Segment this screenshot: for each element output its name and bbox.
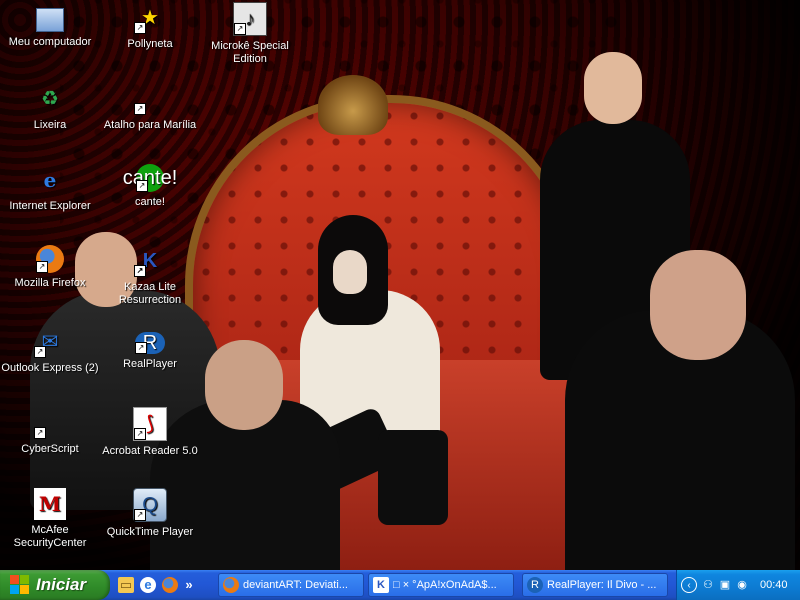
desktop-icon-quicktime[interactable]: Q ↗ QuickTime Player [100, 488, 200, 539]
desktop-icon-realplayer[interactable]: R ↗ RealPlayer [100, 326, 200, 371]
kazaa-icon: K [373, 577, 389, 593]
mcafee-icon: M [34, 488, 66, 520]
realplayer-icon: R [527, 577, 543, 593]
desktop-icon-label: Outlook Express (2) [1, 362, 99, 374]
display-icon[interactable]: ▣ [718, 578, 732, 592]
tray-clock[interactable]: 00:40 [760, 579, 788, 591]
desktop-icon-lixeira[interactable]: ♻ Lixeira [0, 83, 100, 132]
wallpaper-figure [584, 52, 642, 124]
taskbar-button-kazaa[interactable]: K □ × °ApA!xOnAdA$... [368, 573, 514, 597]
desktop-icon-outlook-express[interactable]: ✉ ↗ Outlook Express (2) [0, 326, 100, 375]
wallpaper-figure [378, 430, 448, 525]
taskbar: Iniciar ▭ e » deviantART: Deviati... K □… [0, 570, 800, 600]
wallpaper-figure [205, 340, 283, 430]
desktop-icon-cante[interactable]: cante! ↗ cante! [100, 164, 200, 209]
taskbar-button-deviantart[interactable]: deviantART: Deviati... [218, 573, 364, 597]
recycle-bin-icon: ♻ [41, 88, 59, 110]
shortcut-arrow-icon: ↗ [134, 265, 146, 277]
desktop-icon-label: Meu computador [8, 36, 92, 48]
shortcut-arrow-icon: ↗ [34, 346, 46, 358]
desktop-icon-label: Internet Explorer [9, 200, 91, 212]
shortcut-arrow-icon: ↗ [136, 180, 148, 192]
desktop-icon-label: CyberScript [21, 443, 79, 455]
desktop-icon-microke[interactable]: ♪ ↗ Microkê Special Edition [200, 2, 300, 66]
quicktime-icon: Q ↗ [133, 488, 167, 522]
desktop-icon-acrobat-reader[interactable]: ⟆ ↗ Acrobat Reader 5.0 [100, 407, 200, 458]
kazaa-icon: K ↗ [134, 245, 166, 277]
cante-icon: cante! ↗ [123, 164, 177, 192]
wallpaper-figure [650, 250, 746, 360]
shortcut-arrow-icon: ↗ [134, 103, 146, 115]
desktop-icon-atalho-marilia[interactable]: ↗ Atalho para Marília [100, 83, 200, 132]
windows-logo-icon [10, 575, 30, 595]
desktop-icon-label: Atalho para Marília [103, 119, 197, 131]
firefox-icon: ↗ [36, 245, 64, 273]
wallpaper-figure [333, 250, 367, 294]
desktop-icon-label: Lixeira [33, 119, 67, 131]
desktop-icon-label: cante! [135, 196, 165, 208]
desktop-icon-mcafee[interactable]: M McAfee SecurityCenter [0, 488, 100, 550]
internet-explorer-icon[interactable]: e [140, 577, 156, 593]
desktop-icon-label: Pollyneta [127, 38, 173, 50]
desktop-icon-label: Acrobat Reader 5.0 [102, 445, 198, 457]
shortcut-arrow-icon: ↗ [36, 261, 48, 273]
shortcut-arrow-icon: ↗ [34, 427, 46, 439]
quick-launch: ▭ e » [118, 576, 194, 594]
desktop-icon-pollyneta[interactable]: ★ ↗ Pollyneta [100, 2, 200, 51]
desktop-icon-label: RealPlayer [123, 358, 177, 370]
desktop-icon-internet-explorer[interactable]: e Internet Explorer [0, 164, 100, 213]
desktop-icon-mozilla-firefox[interactable]: ↗ Mozilla Firefox [0, 245, 100, 290]
taskbar-button-label: RealPlayer: Il Divo - ... [547, 579, 657, 591]
taskbar-button-label: □ × °ApA!xOnAdA$... [393, 579, 497, 591]
volume-icon[interactable]: ◉ [735, 578, 749, 592]
network-icon[interactable]: ⚇ [701, 578, 715, 592]
desktop-icon-kazaa[interactable]: K ↗ Kazaa Lite Resurrection [100, 245, 200, 307]
cante-icon-text: cante! [122, 167, 178, 189]
taskbar-button-label: deviantART: Deviati... [243, 579, 348, 591]
cyberscript-icon: ↗ [34, 407, 66, 439]
shortcut-arrow-icon: ↗ [234, 23, 246, 35]
wallpaper-headboard-crest [318, 75, 388, 135]
outlook-express-icon: ✉ ↗ [34, 326, 66, 358]
tray-expand-chevron-icon[interactable]: ‹ [681, 577, 697, 593]
shortcut-arrow-icon: ↗ [134, 509, 146, 521]
shortcut-arrow-icon: ↗ [134, 428, 146, 440]
shortcut-arrow-icon: ↗ [135, 342, 147, 354]
star-icon: ★ ↗ [134, 2, 166, 34]
desktop-icon-label: Kazaa Lite Resurrection [118, 281, 182, 306]
mcafee-icon-letter: M [38, 492, 62, 516]
quick-launch-more-button[interactable]: » [184, 577, 194, 593]
microke-icon: ♪ ↗ [233, 2, 267, 36]
acrobat-reader-icon: ⟆ ↗ [133, 407, 167, 441]
desktop-icon-meu-computador[interactable]: Meu computador [0, 2, 100, 49]
firefox-icon [223, 577, 239, 593]
internet-explorer-icon: e [43, 168, 57, 192]
folder-icon[interactable]: ▭ [118, 577, 134, 593]
realplayer-icon: R ↗ [135, 332, 165, 354]
desktop-icon-label: QuickTime Player [106, 526, 194, 538]
shortcut-arrow-icon: ↗ [134, 22, 146, 34]
start-button[interactable]: Iniciar [0, 570, 110, 600]
desktop-icon-label: Microkê Special Edition [211, 40, 289, 65]
taskbar-button-realplayer[interactable]: R RealPlayer: Il Divo - ... [522, 573, 668, 597]
shortcut-icon: ↗ [134, 83, 166, 115]
firefox-icon[interactable] [162, 577, 178, 593]
start-button-label: Iniciar [36, 575, 87, 594]
desktop-icon-label: McAfee SecurityCenter [13, 524, 87, 549]
desktop-icon-cyberscript[interactable]: ↗ CyberScript [0, 407, 100, 456]
system-tray: ‹ ⚇ ▣ ◉ 00:40 [676, 570, 800, 600]
my-computer-icon [36, 8, 64, 32]
desktop-icon-label: Mozilla Firefox [14, 277, 86, 289]
